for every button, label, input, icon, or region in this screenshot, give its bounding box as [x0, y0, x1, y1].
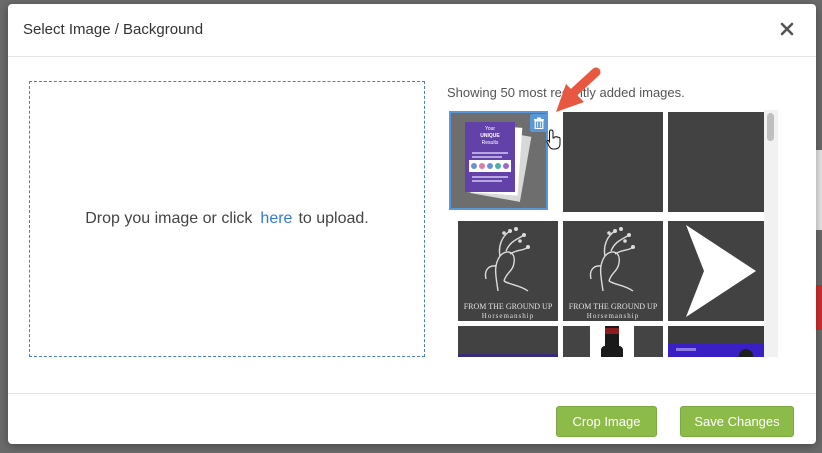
delete-image-button[interactable] — [530, 114, 548, 132]
gallery-thumb[interactable]: FROM THE GROUND UP Horsemanship — [458, 221, 558, 321]
dropzone-text-before: Drop you image or click — [85, 210, 253, 227]
upload-dropzone[interactable]: Drop you image or click here to upload. — [29, 81, 425, 357]
purple-banner-image — [458, 354, 558, 357]
trash-icon — [534, 117, 544, 129]
dropzone-text-after: to upload. — [298, 210, 369, 227]
logo-line1: FROM THE GROUND UP — [464, 302, 553, 311]
presenter-image — [668, 326, 768, 357]
gallery-thumb[interactable] — [668, 326, 768, 357]
logo-line2: Horsemanship — [587, 312, 639, 320]
horsemanship-logo-image: FROM THE GROUND UP Horsemanship — [569, 227, 658, 320]
gallery-thumb[interactable] — [668, 221, 768, 321]
play-arrow-image — [686, 225, 756, 317]
gallery-thumb[interactable]: FROM THE GROUND UP Horsemanship — [563, 221, 663, 321]
gallery-thumb[interactable] — [563, 326, 663, 357]
backdrop-strip — [816, 150, 822, 230]
image-gallery: Your UNIQUE Results FROM THE GROUND UP H… — [448, 110, 778, 357]
scrollbar-thumb[interactable] — [767, 113, 774, 141]
brochure-title-1: Your — [485, 126, 495, 132]
logo-line2: Horsemanship — [482, 312, 534, 320]
upload-link[interactable]: here — [260, 210, 292, 228]
horsemanship-logo-image: FROM THE GROUND UP Horsemanship — [464, 227, 553, 320]
gallery-thumb[interactable] — [563, 112, 663, 212]
logo-line1: FROM THE GROUND UP — [569, 302, 658, 311]
gallery-scrollbar[interactable] — [764, 110, 778, 357]
brochure-title-2: UNIQUE — [480, 133, 500, 139]
backdrop-strip — [816, 285, 822, 330]
wine-bottle-image — [563, 326, 663, 357]
modal-header: Select Image / Background — [8, 4, 816, 57]
gallery-thumb[interactable] — [458, 326, 558, 357]
modal-title: Select Image / Background — [23, 21, 204, 38]
save-changes-button[interactable]: Save Changes — [680, 406, 794, 437]
close-icon — [780, 22, 794, 36]
modal-footer: Crop Image Save Changes — [8, 393, 816, 444]
gallery-thumb[interactable] — [668, 112, 768, 212]
crop-image-button[interactable]: Crop Image — [556, 406, 657, 437]
brochure-title-3: Results — [482, 140, 499, 146]
gallery-note: Showing 50 most recently added images. — [447, 85, 685, 100]
close-button[interactable] — [776, 18, 798, 40]
